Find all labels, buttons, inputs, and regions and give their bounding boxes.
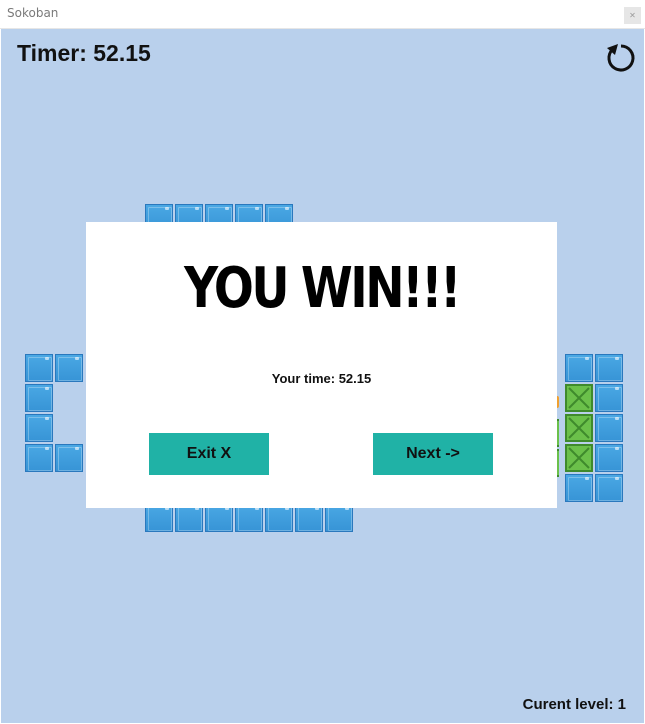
win-title: YOU WIN!!!	[184, 256, 461, 321]
crate-on-goal	[565, 384, 593, 412]
wall-tile	[565, 354, 593, 382]
wall-tile	[295, 504, 323, 532]
wall-tile	[595, 354, 623, 382]
crate-on-goal	[565, 414, 593, 442]
next-level-button[interactable]: Next ->	[373, 433, 493, 475]
win-dialog: YOU WIN!!! Your time: 52.15 Exit X Next …	[86, 222, 557, 508]
wall-tile	[205, 504, 233, 532]
crate-on-goal	[565, 444, 593, 472]
wall-tile	[25, 384, 53, 412]
wall-tile	[595, 384, 623, 412]
current-level-label: Curent level: 1	[522, 696, 626, 713]
timer-display: Timer: 52.15	[17, 40, 151, 66]
restart-icon[interactable]	[604, 40, 638, 74]
wall-tile	[25, 444, 53, 472]
wall-tile	[145, 504, 173, 532]
wall-tile	[55, 354, 83, 382]
wall-tile	[175, 504, 203, 532]
wall-tile	[25, 354, 53, 382]
window-titlebar: Sokoban ✕	[0, 0, 645, 29]
wall-tile	[25, 414, 53, 442]
wall-tile	[235, 504, 263, 532]
wall-tile	[265, 504, 293, 532]
final-time: Your time: 52.15	[271, 371, 372, 386]
exit-button[interactable]: Exit X	[149, 433, 269, 475]
close-icon[interactable]: ✕	[624, 7, 641, 24]
wall-tile	[595, 474, 623, 502]
window-title: Sokoban	[7, 6, 59, 20]
wall-tile	[325, 504, 353, 532]
wall-tile	[55, 444, 83, 472]
wall-tile	[595, 444, 623, 472]
wall-tile	[565, 474, 593, 502]
wall-tile	[595, 414, 623, 442]
game-board: Timer: 52.15 Curent level: 1 YOU WIN!!! …	[1, 29, 644, 723]
